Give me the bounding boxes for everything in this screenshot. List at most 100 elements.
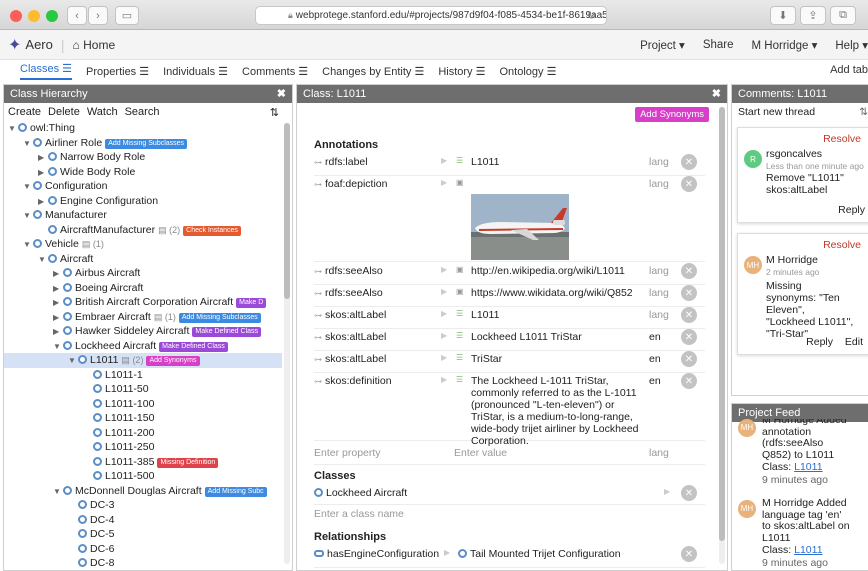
collapsed-triangle-icon[interactable]: ▶: [53, 296, 63, 311]
tree-node[interactable]: AircraftManufacturer ▤ (2) Check Instances: [4, 223, 282, 238]
home-link[interactable]: ⌂ Home: [73, 38, 116, 52]
maximize-window-button[interactable]: [46, 10, 58, 22]
annotation-value[interactable]: The Lockheed L-1011 TriStar, commonly re…: [471, 375, 649, 447]
lang-field[interactable]: lang: [649, 287, 669, 299]
suggestion-badge[interactable]: Add Missing Subc: [204, 486, 267, 497]
resolve-button[interactable]: Resolve: [823, 133, 861, 145]
reload-icon[interactable]: ↻: [587, 9, 596, 22]
tree-node[interactable]: DC-8: [4, 556, 282, 570]
annotation-value[interactable]: http://en.wikipedia.org/wiki/L1011: [471, 265, 661, 277]
suggestion-badge[interactable]: Make Defined Class: [192, 327, 262, 337]
tree-node[interactable]: DC-4: [4, 513, 282, 528]
tree-node[interactable]: L1011-200: [4, 426, 282, 441]
delete-icon[interactable]: ✕: [681, 373, 697, 389]
suggestion-badge[interactable]: Add Missing Subclasses: [105, 138, 188, 149]
annotation-value[interactable]: L1011: [471, 156, 649, 168]
tree-scrollbar[interactable]: [284, 123, 290, 564]
scrollbar-thumb[interactable]: [284, 123, 290, 300]
add-synonyms-button[interactable]: Add Synonyms: [635, 107, 709, 122]
tree-node[interactable]: DC-3: [4, 498, 282, 513]
enter-value-input[interactable]: Enter value: [454, 447, 632, 459]
sidebar-toggle-icon[interactable]: ▭: [115, 6, 139, 25]
collapsed-triangle-icon[interactable]: ▶: [53, 267, 63, 282]
close-window-button[interactable]: [10, 10, 22, 22]
lang-field[interactable]: en: [649, 353, 661, 365]
tree-node[interactable]: ▼ Aircraft: [4, 252, 282, 267]
tab-comments[interactable]: Comments ☰: [242, 65, 308, 78]
tree-node[interactable]: ▼ Vehicle ▤ (1): [4, 237, 282, 252]
tree-node[interactable]: DC-6: [4, 542, 282, 557]
class-link[interactable]: L1011: [794, 544, 822, 556]
annotation-property[interactable]: ⊶ rdfs:seeAlso: [314, 265, 383, 277]
tab-individuals[interactable]: Individuals ☰: [163, 65, 228, 78]
search-button[interactable]: Search: [125, 106, 160, 118]
suggestion-badge[interactable]: Make D: [236, 298, 267, 308]
lang-field[interactable]: lang: [649, 309, 669, 321]
lang-field[interactable]: lang: [649, 156, 669, 168]
annotation-property[interactable]: ⊶ rdfs:label: [314, 156, 368, 168]
relationship-property[interactable]: hasEngineConfiguration: [314, 548, 439, 560]
tree-node[interactable]: L1011-50: [4, 382, 282, 397]
lang-field[interactable]: lang: [649, 265, 669, 277]
project-menu[interactable]: Project ▾: [640, 38, 685, 52]
annotation-value[interactable]: https://www.wikidata.org/wiki/Q852: [471, 287, 649, 299]
collapsed-triangle-icon[interactable]: ▶: [53, 325, 63, 340]
tree-node[interactable]: ▼ Airliner Role Add Missing Subclasses: [4, 136, 282, 151]
resolve-button[interactable]: Resolve: [823, 239, 861, 251]
enter-property-input[interactable]: Enter property: [314, 447, 381, 459]
tree-node[interactable]: ▼ McDonnell Douglas Aircraft Add Missing S…: [4, 484, 282, 499]
tree-node[interactable]: ▶ Hawker Siddeley Aircraft Make Defined Cl…: [4, 324, 282, 339]
tree-node[interactable]: ▶ Narrow Body Role: [4, 150, 282, 165]
forward-button[interactable]: ›: [88, 6, 108, 25]
delete-icon[interactable]: ✕: [681, 154, 697, 170]
expanded-triangle-icon[interactable]: ▼: [23, 137, 33, 152]
tree-node[interactable]: L1011-150: [4, 411, 282, 426]
url-bar[interactable]: 🔒︎ webprotege.stanford.edu/#projects/987…: [255, 6, 607, 25]
tree-node[interactable]: ▶ British Aircraft Corporation Aircraft Ma…: [4, 295, 282, 310]
editor-scrollbar[interactable]: [719, 107, 725, 564]
collapsed-triangle-icon[interactable]: ▶: [38, 166, 48, 181]
lang-field[interactable]: en: [649, 375, 661, 387]
annotation-property[interactable]: ⊶ rdfs:seeAlso: [314, 287, 383, 299]
edit-button[interactable]: Edit: [845, 336, 863, 348]
relationship-value[interactable]: Tail Mounted Trijet Configuration: [458, 548, 658, 560]
tab-history[interactable]: History ☰: [438, 65, 485, 78]
scrollbar-thumb[interactable]: [719, 107, 725, 542]
comment-count[interactable]: ▤ (1): [82, 239, 104, 249]
create-button[interactable]: Create: [8, 106, 41, 118]
delete-icon[interactable]: ✕: [681, 485, 697, 501]
delete-icon[interactable]: ✕: [681, 351, 697, 367]
sort-icon[interactable]: ⇅: [270, 106, 279, 119]
tree-node[interactable]: ▼ L1011 ▤ (2) Add Synonyms: [4, 353, 282, 368]
share-icon[interactable]: ⇪: [800, 6, 826, 25]
class-link[interactable]: L1011: [794, 461, 822, 473]
close-panel-icon[interactable]: ✖: [277, 87, 286, 100]
annotation-value[interactable]: TriStar: [471, 353, 649, 365]
lang-field[interactable]: lang: [649, 178, 669, 190]
user-menu[interactable]: M Horridge ▾: [752, 38, 818, 52]
expanded-triangle-icon[interactable]: ▼: [23, 180, 33, 195]
suggestion-badge[interactable]: Add Missing Subclasses: [178, 312, 261, 323]
tree-node[interactable]: DC-5: [4, 527, 282, 542]
suggestion-badge[interactable]: Add Synonyms: [146, 356, 200, 366]
tab-ontology[interactable]: Ontology ☰: [499, 65, 556, 78]
close-panel-icon[interactable]: ✖: [712, 87, 721, 100]
expanded-triangle-icon[interactable]: ▼: [23, 238, 33, 253]
collapsed-triangle-icon[interactable]: ▶: [53, 311, 63, 326]
annotation-property[interactable]: ⊶ skos:altLabel: [314, 353, 386, 365]
tab-classes[interactable]: Classes ☰: [20, 62, 73, 80]
reply-button[interactable]: Reply: [806, 336, 833, 348]
back-button[interactable]: ‹: [67, 6, 87, 25]
download-icon[interactable]: ⬇: [770, 6, 796, 25]
expanded-triangle-icon[interactable]: ▼: [38, 253, 48, 268]
suggestion-badge[interactable]: Missing Definition: [157, 457, 219, 468]
delete-icon[interactable]: ✕: [681, 546, 697, 562]
help-menu[interactable]: Help ▾: [835, 38, 868, 52]
tree-node[interactable]: ▶ Embraer Aircraft ▤ (1) Add Missing Subcla…: [4, 310, 282, 325]
expanded-triangle-icon[interactable]: ▼: [8, 122, 18, 137]
tree-node[interactable]: ▶ Boeing Aircraft: [4, 281, 282, 296]
start-new-thread-button[interactable]: Start new thread: [738, 106, 815, 118]
lang-field[interactable]: en: [649, 331, 661, 343]
annotation-property[interactable]: ⊶ skos:altLabel: [314, 309, 386, 321]
tree-node[interactable]: ▼ Manufacturer: [4, 208, 282, 223]
